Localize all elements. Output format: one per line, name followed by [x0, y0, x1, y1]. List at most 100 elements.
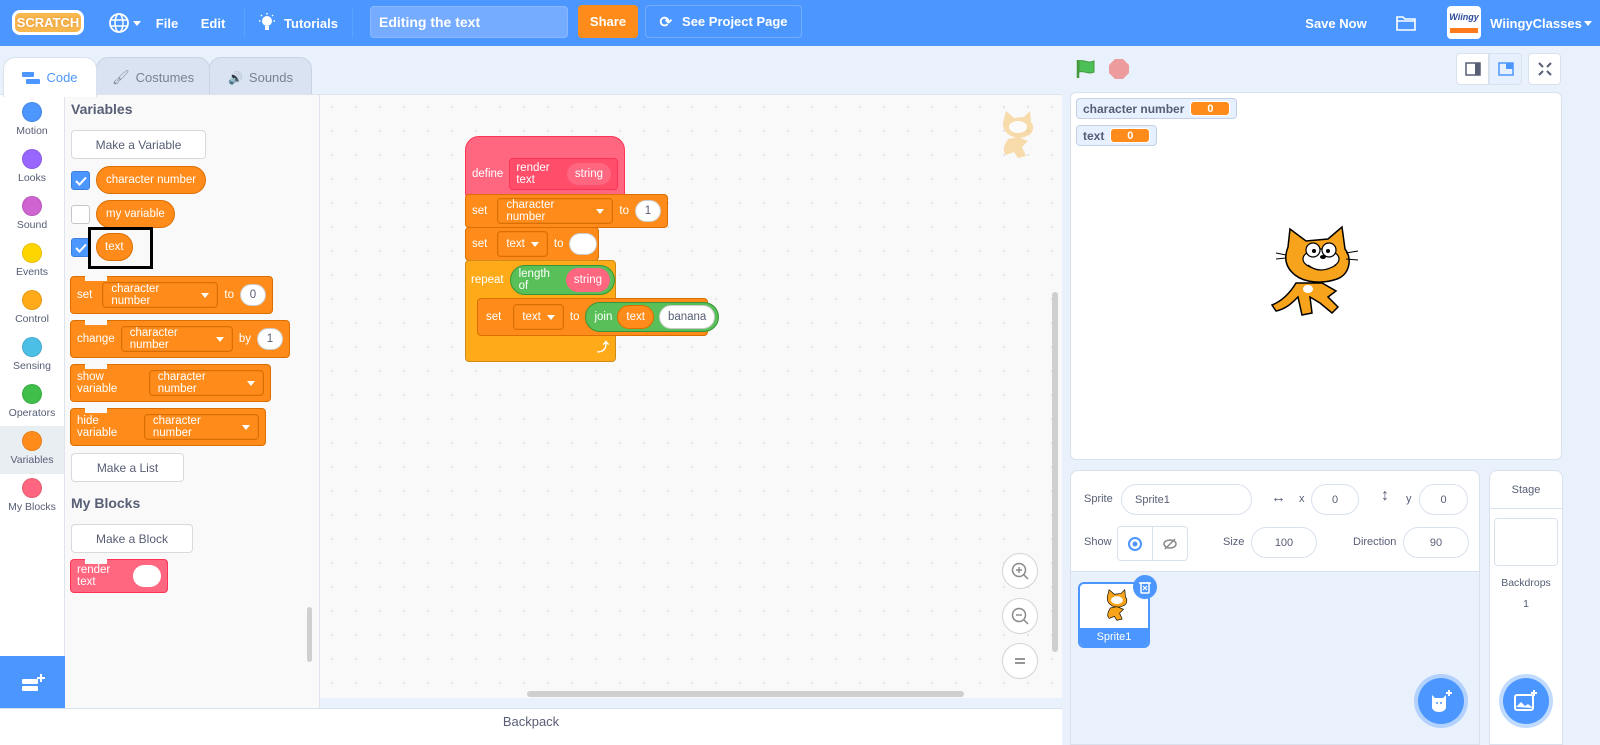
- make-variable-button[interactable]: Make a Variable: [71, 130, 206, 159]
- hide-variable-block[interactable]: hide variable character number: [70, 408, 266, 446]
- category-sensing[interactable]: Sensing: [0, 332, 64, 380]
- category-sound[interactable]: Sound: [0, 191, 64, 239]
- category-operators[interactable]: Operators: [0, 379, 64, 427]
- save-now-button[interactable]: Save Now: [1300, 0, 1372, 46]
- vertical-scrollbar[interactable]: [1052, 292, 1058, 652]
- normal-stage-button[interactable]: [1489, 53, 1522, 85]
- zoom-reset-button[interactable]: [1002, 643, 1038, 679]
- param-reporter-string[interactable]: string: [565, 268, 610, 292]
- set-variable-block[interactable]: set character number to 0: [70, 276, 273, 314]
- value-input[interactable]: 0: [240, 284, 266, 306]
- category-motion[interactable]: Motion: [0, 97, 64, 145]
- variable-reporter-my-variable[interactable]: my variable: [96, 200, 175, 228]
- choose-backdrop-button[interactable]: [1503, 678, 1549, 724]
- variable-reporter-character-number[interactable]: character number: [96, 166, 207, 194]
- join-operator[interactable]: join text banana: [585, 302, 720, 332]
- category-looks[interactable]: Looks: [0, 144, 64, 192]
- green-flag-button[interactable]: [1075, 58, 1097, 83]
- category-variables[interactable]: Variables: [0, 426, 64, 474]
- variable-monitor-character-number[interactable]: character number 0: [1076, 98, 1238, 119]
- set-text-join-block[interactable]: set text to join text banana: [477, 298, 720, 336]
- user-avatar[interactable]: Wiingy: [1447, 6, 1481, 39]
- tab-costumes[interactable]: 🖌 Costumes: [96, 57, 210, 97]
- variable-dropdown[interactable]: character number: [102, 282, 219, 308]
- block-label: set: [472, 238, 488, 250]
- share-button[interactable]: Share: [578, 5, 638, 38]
- my-blocks-heading: My Blocks: [71, 495, 141, 511]
- stop-button[interactable]: [1108, 58, 1130, 83]
- show-variable-block[interactable]: show variable character number: [70, 364, 271, 402]
- set-text-block[interactable]: set text to: [465, 227, 599, 261]
- stage-canvas[interactable]: character number 0 text 0: [1070, 92, 1562, 460]
- choose-sprite-button[interactable]: [1418, 678, 1464, 724]
- define-block[interactable]: define render text string: [465, 136, 625, 198]
- param-reporter-string[interactable]: string: [566, 163, 611, 185]
- tutorials-menu[interactable]: Tutorials: [256, 0, 340, 46]
- size-input[interactable]: 100: [1251, 527, 1317, 558]
- variable-reporter-text[interactable]: text: [617, 305, 654, 329]
- file-menu[interactable]: File: [150, 0, 184, 46]
- block-label: render text: [516, 162, 550, 186]
- value-input[interactable]: 1: [635, 200, 661, 222]
- render-text-block[interactable]: render text: [70, 559, 168, 593]
- value-input[interactable]: 1: [257, 328, 283, 350]
- variable-dropdown[interactable]: character number: [120, 326, 233, 352]
- direction-input[interactable]: 90: [1403, 527, 1469, 558]
- add-extension-button[interactable]: [0, 656, 65, 712]
- account-caret-icon[interactable]: [1584, 21, 1592, 26]
- zoom-out-button[interactable]: [1002, 598, 1038, 634]
- variable-dropdown[interactable]: character number: [148, 370, 264, 396]
- fullscreen-button[interactable]: [1528, 53, 1561, 85]
- x-input[interactable]: 0: [1311, 484, 1359, 515]
- value-input[interactable]: [569, 233, 598, 255]
- set-character-number-block[interactable]: set character number to 1: [465, 194, 668, 228]
- edit-menu[interactable]: Edit: [194, 0, 232, 46]
- caret-down-icon: [132, 20, 141, 26]
- checkbox-my-variable[interactable]: [71, 205, 90, 224]
- zoom-in-button[interactable]: [1002, 553, 1038, 589]
- length-of-operator[interactable]: length of string: [509, 265, 615, 295]
- delete-sprite-button[interactable]: [1133, 575, 1157, 599]
- backdrop-thumbnail[interactable]: [1494, 518, 1558, 566]
- scratch-logo[interactable]: SCRATCH: [12, 10, 84, 35]
- dropdown-arrow-icon: [247, 380, 255, 386]
- account-menu[interactable]: WiingyClasses: [1490, 0, 1582, 46]
- y-input[interactable]: 0: [1419, 484, 1468, 515]
- category-control[interactable]: Control: [0, 285, 64, 333]
- variable-dropdown[interactable]: text: [513, 304, 564, 330]
- hide-sprite-button[interactable]: [1152, 526, 1188, 561]
- variable-dropdown[interactable]: text: [497, 231, 548, 257]
- argument-input[interactable]: [133, 565, 161, 587]
- tab-code[interactable]: Code: [3, 57, 97, 97]
- sprite-cat[interactable]: [1266, 225, 1366, 330]
- variable-monitor-text[interactable]: text 0: [1076, 125, 1158, 146]
- show-sprite-button[interactable]: [1117, 526, 1153, 561]
- avatar-stripe: [1450, 28, 1478, 33]
- see-project-page-button[interactable]: ⟳ See Project Page: [645, 5, 802, 38]
- sprite-thumbnail: [1106, 588, 1128, 621]
- horizontal-scrollbar[interactable]: [527, 691, 964, 697]
- language-menu[interactable]: [104, 0, 144, 46]
- custom-block-prototype[interactable]: render text string: [509, 158, 618, 190]
- make-block-button[interactable]: Make a Block: [71, 524, 193, 553]
- variable-dropdown[interactable]: character number: [143, 414, 259, 440]
- join-input[interactable]: banana: [658, 305, 716, 329]
- palette-scrollbar[interactable]: [307, 607, 312, 662]
- my-stuff-button[interactable]: [1393, 0, 1419, 46]
- checkbox-character-number[interactable]: [71, 171, 90, 190]
- category-my-blocks[interactable]: My Blocks: [0, 473, 64, 521]
- category-label: Sound: [16, 219, 48, 231]
- project-title-input[interactable]: Editing the text: [370, 6, 568, 38]
- block-label: hide variable: [77, 415, 118, 439]
- change-variable-block[interactable]: change character number by 1: [70, 320, 290, 358]
- script-area[interactable]: define render text string set character …: [320, 94, 1062, 698]
- make-list-button[interactable]: Make a List: [71, 453, 184, 482]
- tab-sounds[interactable]: 🔊 Sounds: [209, 57, 312, 97]
- category-events[interactable]: Events: [0, 238, 64, 286]
- x-arrows-icon: ↔: [1271, 489, 1286, 506]
- backpack[interactable]: Backpack: [0, 708, 1062, 745]
- sprite-name-input[interactable]: Sprite1: [1121, 484, 1252, 515]
- variable-dropdown[interactable]: character number: [497, 198, 614, 224]
- monitor-value: 0: [1110, 128, 1151, 143]
- small-stage-button[interactable]: [1456, 53, 1489, 85]
